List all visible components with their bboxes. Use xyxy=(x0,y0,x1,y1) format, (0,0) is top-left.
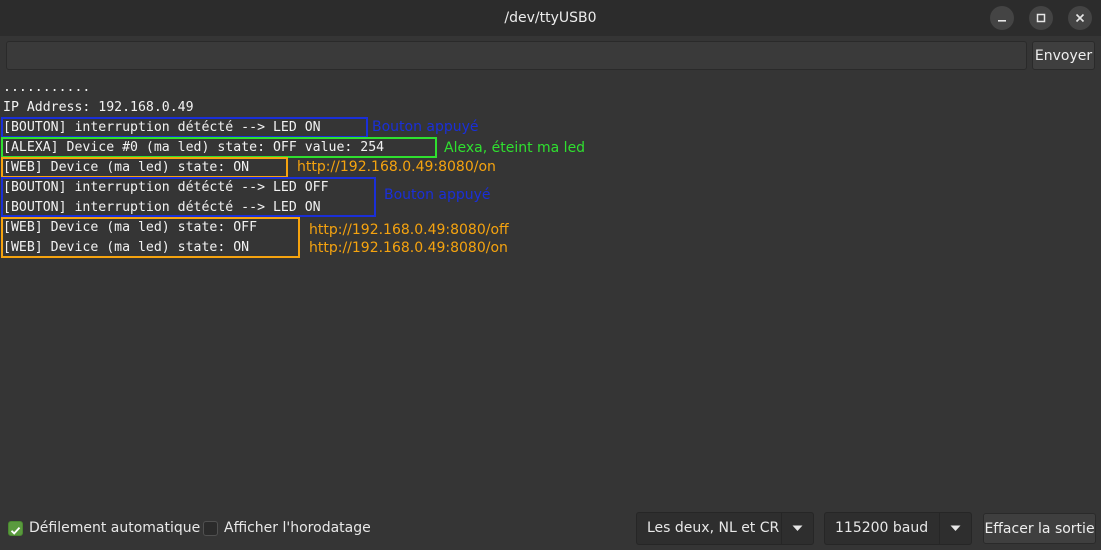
autoscroll-checkbox[interactable] xyxy=(8,521,23,536)
line-ending-select[interactable]: Les deux, NL et CR xyxy=(636,512,814,545)
annotation-web-url: http://192.168.0.49:8080/on xyxy=(297,159,496,175)
baud-rate-select[interactable]: 115200 baud xyxy=(824,512,972,545)
chevron-down-icon xyxy=(792,525,803,531)
web-highlight-box xyxy=(1,157,288,178)
send-row: Envoyer xyxy=(0,36,1101,76)
chevron-down-icon xyxy=(950,525,961,531)
bouton-highlight-box xyxy=(1,177,376,217)
web-highlight-box xyxy=(1,217,300,258)
checkmark-icon xyxy=(10,526,21,535)
clear-output-button[interactable]: Effacer la sortie xyxy=(983,513,1096,544)
title-bar: /dev/ttyUSB0 xyxy=(0,0,1101,36)
maximize-icon xyxy=(1036,13,1046,23)
minimize-button[interactable] xyxy=(990,6,1014,30)
bouton-highlight-box xyxy=(1,117,368,138)
autoscroll-label[interactable]: Défilement automatique xyxy=(29,519,200,537)
annotation-alexa: Alexa, éteint ma led xyxy=(444,140,586,156)
send-input[interactable] xyxy=(6,41,1027,70)
maximize-button[interactable] xyxy=(1029,6,1053,30)
timestamp-label[interactable]: Afficher l'horodatage xyxy=(224,519,371,537)
annotation-web-url: http://192.168.0.49:8080/on xyxy=(309,240,508,256)
bottom-toolbar: Défilement automatique Afficher l'horoda… xyxy=(0,508,1101,550)
close-icon xyxy=(1075,13,1085,23)
annotation-bouton: Bouton appuyé xyxy=(372,119,479,135)
baud-rate-value: 115200 baud xyxy=(835,520,929,536)
dropdown-arrow-button[interactable] xyxy=(781,513,813,544)
line-ending-value: Les deux, NL et CR xyxy=(647,520,780,536)
alexa-highlight-box xyxy=(1,137,437,158)
output-line: IP Address: 192.168.0.49 xyxy=(3,100,194,115)
dropdown-arrow-button[interactable] xyxy=(939,513,971,544)
serial-output[interactable]: ........... IP Address: 192.168.0.49 [BO… xyxy=(0,76,1101,508)
annotation-web-url: http://192.168.0.49:8080/off xyxy=(309,222,509,238)
serial-monitor-window: /dev/ttyUSB0 Envoyer ........... IP Addr… xyxy=(0,0,1101,550)
window-title: /dev/ttyUSB0 xyxy=(504,10,597,26)
timestamp-checkbox[interactable] xyxy=(203,521,218,536)
annotation-bouton: Bouton appuyé xyxy=(384,187,491,203)
send-button[interactable]: Envoyer xyxy=(1032,41,1095,70)
output-line: ........... xyxy=(3,80,91,95)
minimize-icon xyxy=(998,20,1006,22)
close-button[interactable] xyxy=(1068,6,1092,30)
